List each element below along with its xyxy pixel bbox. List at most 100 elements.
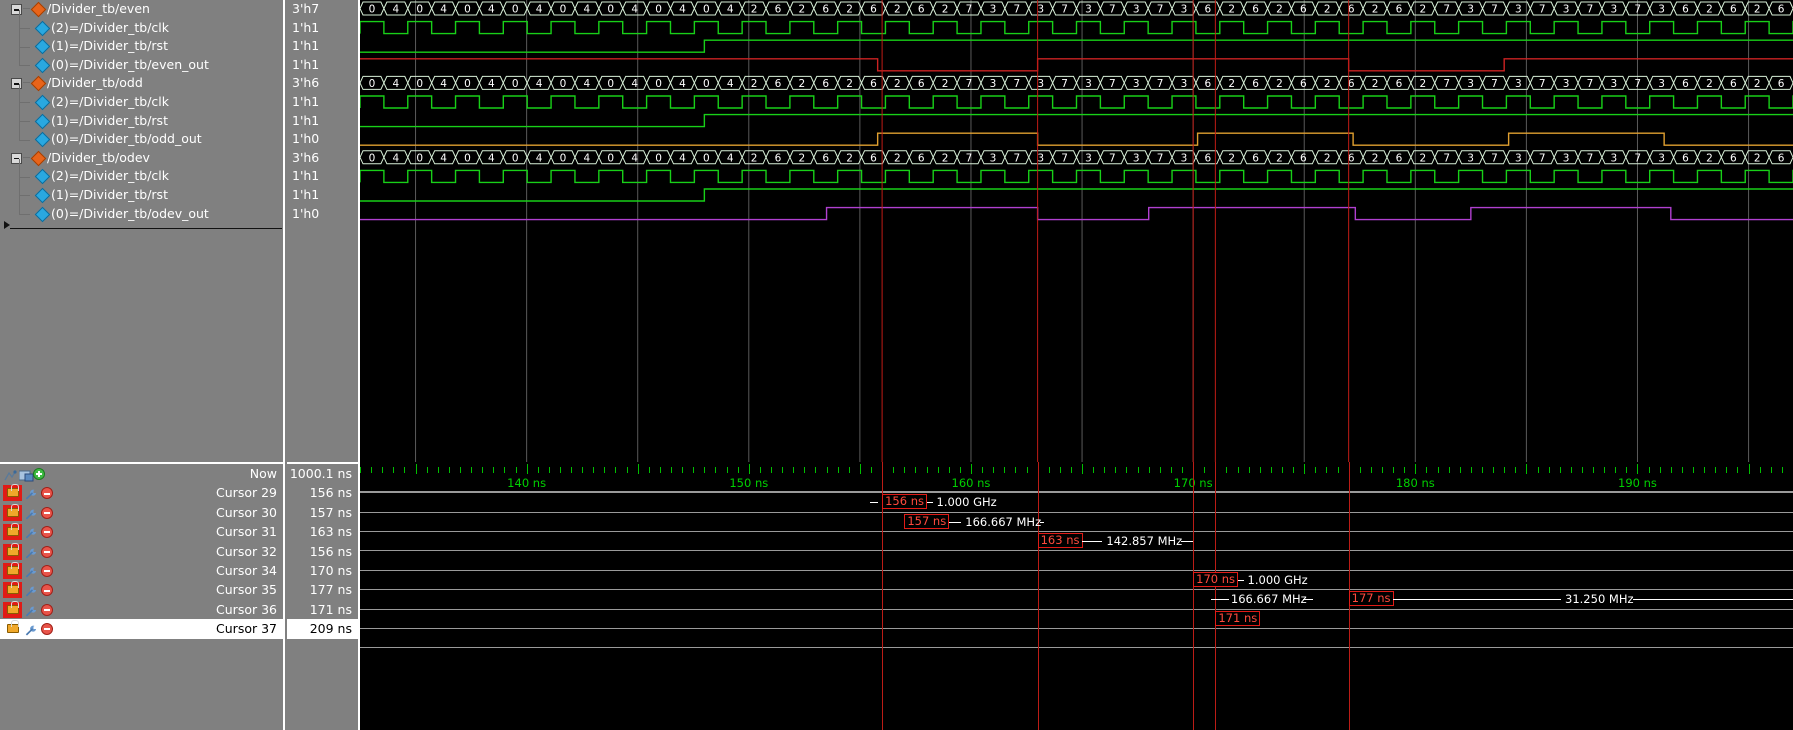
cursor-row[interactable]: Cursor 35 <box>0 580 283 599</box>
svg-text:3: 3 <box>1658 78 1665 90</box>
remove-cursor-icon[interactable] <box>41 623 53 636</box>
cursor-time-value[interactable]: 157 ns <box>287 503 358 522</box>
cursor-settings-icon[interactable] <box>25 565 38 578</box>
signal-row[interactable]: (1)=/Divider_tb/rst <box>0 177 283 205</box>
ruler-tick <box>382 467 384 473</box>
svg-text:3: 3 <box>1611 152 1618 164</box>
svg-text:2: 2 <box>798 78 805 90</box>
cursor-time-value[interactable]: 177 ns <box>287 580 358 599</box>
signal-row[interactable]: (1)=/Divider_tb/rst <box>0 28 283 56</box>
cursor-lock-icon[interactable] <box>3 484 22 502</box>
cursor-time-value[interactable]: 171 ns <box>287 600 358 619</box>
cursor-row[interactable]: Cursor 34 <box>0 561 283 580</box>
cursor-time-value[interactable]: 170 ns <box>287 561 358 580</box>
remove-cursor-icon[interactable] <box>41 526 53 539</box>
cursor-settings-icon[interactable] <box>25 546 38 559</box>
tree-elbow <box>12 196 34 223</box>
signal-group-row[interactable]: /Divider_tb/odd <box>0 74 283 93</box>
svg-text:2: 2 <box>1754 78 1761 90</box>
cursor-settings-icon[interactable] <box>25 487 38 500</box>
ruler-tick <box>426 467 428 473</box>
signal-name-column[interactable]: /Divider_tb/even (2)=/Divider_tb/clk (1)=/… <box>0 0 285 462</box>
cursor-measurement-canvas[interactable]: 140 ns 150 ns 160 ns 170 ns 180 ns 190 ns 156… <box>360 462 1793 730</box>
signal-row[interactable]: (1)=/Divider_tb/rst <box>0 103 283 131</box>
cursor-settings-icon[interactable] <box>25 584 38 597</box>
cursor-row[interactable]: Cursor 31 <box>0 522 283 541</box>
svg-text:0: 0 <box>607 152 614 164</box>
cursor-time-value[interactable]: 156 ns <box>287 483 358 502</box>
waveform-canvas[interactable]: 0 4 0 4 0 4 0 4 0 4 0 4 0 4 0 4 2 6 2 6 2 6 2 6 2 7 3 7 3 7 3 7 3 7 3 6 2 6 2 6… <box>360 0 1793 462</box>
add-cursor-icon[interactable] <box>33 468 45 480</box>
signal-value: 1'h1 <box>292 168 320 184</box>
cursor-time-box[interactable]: 171 ns <box>1215 610 1261 626</box>
cursor-settings-icon[interactable] <box>25 507 38 520</box>
svg-text:6: 6 <box>1778 152 1785 164</box>
cursor-time-value[interactable]: 1000.1 ns <box>287 464 358 483</box>
cursor-value-column[interactable]: 1000.1 ns 156 ns 157 ns 163 ns 156 ns 170 ns 1… <box>287 462 360 730</box>
ruler-tick <box>793 467 795 473</box>
cursor-lock-icon[interactable] <box>3 581 22 599</box>
collapse-expander-icon[interactable] <box>11 152 22 164</box>
signal-row[interactable]: (2)=/Divider_tb/clk <box>0 84 283 112</box>
svg-text:7: 7 <box>1157 78 1164 90</box>
ruler-tick <box>1315 467 1317 473</box>
cursor-time-box[interactable]: 163 ns <box>1037 533 1083 548</box>
signal-value-column[interactable]: 3'h7 1'h1 1'h1 1'h1 3'h6 1'h1 1'h1 1'h0 3'h6 1'h1… <box>287 0 360 462</box>
svg-text:7: 7 <box>1157 4 1164 16</box>
cursor-lock-icon[interactable] <box>3 600 22 618</box>
cursor-settings-icon[interactable] <box>25 526 38 539</box>
blue-diamond-icon <box>34 113 51 129</box>
remove-cursor-icon[interactable] <box>41 506 53 519</box>
svg-text:4: 4 <box>392 4 399 16</box>
ruler-tick <box>1337 467 1339 473</box>
signal-group-row[interactable]: /Divider_tb/even <box>0 0 283 19</box>
tree-dash <box>23 82 30 84</box>
cursor-lock-icon[interactable] <box>3 542 22 560</box>
svg-text:2: 2 <box>894 4 901 16</box>
signal-value: 3'h7 <box>292 1 320 16</box>
svg-text:3: 3 <box>1611 78 1618 90</box>
insert-cursor-icon[interactable] <box>4 468 18 481</box>
collapse-expander-icon[interactable] <box>11 78 22 90</box>
cursor-time-box[interactable]: 177 ns <box>1348 591 1394 607</box>
now-row[interactable]: Now <box>0 464 283 483</box>
cursor-lock-icon[interactable] <box>3 620 22 637</box>
signal-row[interactable]: (2)=/Divider_tb/clk <box>0 158 283 186</box>
cursor-time-value[interactable]: 163 ns <box>287 522 358 541</box>
cursor-time-value[interactable]: 156 ns <box>287 542 358 561</box>
cursor-lock-icon[interactable] <box>3 561 22 579</box>
cursor-time-box[interactable]: 156 ns <box>882 494 927 510</box>
ruler-tick <box>1148 467 1150 473</box>
cursor-time-box[interactable]: 170 ns <box>1193 571 1239 587</box>
cursor-time-box[interactable]: 157 ns <box>904 513 950 529</box>
collapse-expander-icon[interactable] <box>11 4 22 15</box>
signal-row[interactable]: (0)=/Divider_tb/odev_out <box>0 196 283 224</box>
cursor-row[interactable]: Cursor 37 <box>0 619 283 639</box>
signal-row[interactable]: (0)=/Divider_tb/odd_out <box>0 121 283 149</box>
cursor-lock-icon[interactable] <box>3 523 22 541</box>
remove-cursor-icon[interactable] <box>41 545 53 558</box>
measure-line <box>1180 541 1194 542</box>
remove-cursor-icon[interactable] <box>41 584 53 597</box>
cursor-row[interactable]: Cursor 29 <box>0 483 283 502</box>
remove-cursor-icon[interactable] <box>41 564 53 577</box>
signal-row[interactable]: (2)=/Divider_tb/clk <box>0 10 283 38</box>
remove-cursor-icon[interactable] <box>41 487 53 500</box>
cursor-lock-icon[interactable] <box>3 503 22 521</box>
cursor-row[interactable]: Cursor 36 <box>0 600 283 619</box>
cursor-settings-icon[interactable] <box>25 604 38 617</box>
cursor-row[interactable]: Cursor 30 <box>0 503 283 522</box>
remove-cursor-icon[interactable] <box>41 603 53 616</box>
signal-value: 1'h1 <box>292 56 320 72</box>
svg-text:7: 7 <box>1634 152 1641 164</box>
signal-value: 3'h6 <box>292 75 320 91</box>
time-ruler[interactable]: 140 ns 150 ns 160 ns 170 ns 180 ns 190 ns <box>360 462 1793 492</box>
signal-row[interactable]: (0)=/Divider_tb/even_out <box>0 47 283 75</box>
cursor-row[interactable]: Cursor 32 <box>0 542 283 561</box>
signal-label: (1)=/Divider_tb/rst <box>51 112 168 128</box>
cursor-name-column[interactable]: Now Cursor 29 Cursor 30 Cursor 31 Cursor 32 C… <box>0 462 285 730</box>
cursor-time-value[interactable]: 209 ns <box>287 619 358 639</box>
cursor-options-icon[interactable] <box>18 468 34 482</box>
cursor-settings-icon[interactable] <box>25 623 38 636</box>
signal-group-row[interactable]: /Divider_tb/odev <box>0 149 283 168</box>
